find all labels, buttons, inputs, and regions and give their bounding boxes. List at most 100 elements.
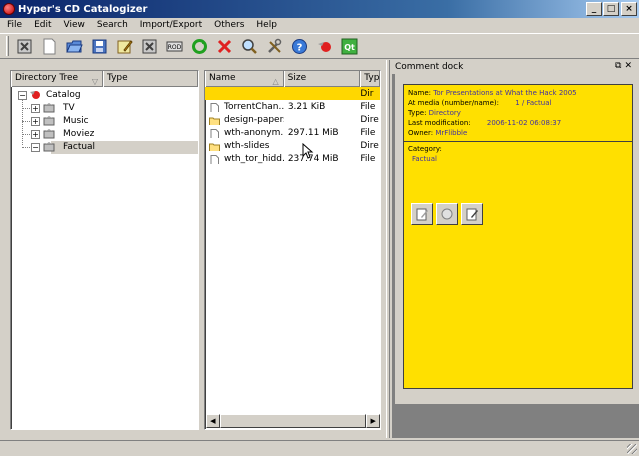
collapse-icon[interactable]: − (18, 91, 27, 100)
comment-area: Name: Tor Presentations at What the Hack… (395, 74, 639, 404)
window-controls: _ □ × (585, 2, 637, 16)
svg-text:ROD: ROD (168, 44, 182, 51)
open-catalog-button[interactable] (65, 37, 84, 56)
expand-icon[interactable]: + (31, 104, 40, 113)
expand-icon[interactable]: + (31, 117, 40, 126)
file-row-wth-tor-hidd[interactable]: wth_tor_hidd... 237.74 MiB File (205, 152, 380, 165)
open-catalog-icon (66, 40, 83, 52)
tree-item-factual[interactable]: − Factual (11, 141, 198, 154)
menu-import-export[interactable]: Import/Export (133, 20, 207, 30)
svg-text:Qt: Qt (344, 43, 355, 52)
close-catalog-button[interactable] (15, 37, 34, 56)
dock-close-icon[interactable]: ✕ (624, 61, 635, 71)
maximize-button[interactable]: □ (603, 2, 619, 16)
tools-icon (268, 38, 282, 53)
mouse-cursor-icon (302, 143, 314, 159)
directory-tree-pane[interactable]: Directory Tree ▽ Type − Catalog + TV + M… (10, 70, 199, 430)
rescan-icon (192, 38, 207, 54)
file-row-up[interactable]: Dir (205, 87, 380, 100)
dock-splitter[interactable] (386, 60, 390, 438)
add-media-button[interactable]: ROD (165, 37, 184, 56)
sort-arrow-icon: ▽ (91, 77, 98, 86)
tools-button[interactable] (265, 37, 284, 56)
search-button[interactable] (240, 37, 259, 56)
file-icon (210, 154, 219, 164)
minimize-button[interactable]: _ (586, 2, 602, 16)
svg-text:?: ? (297, 42, 303, 53)
close-button-tb[interactable] (140, 37, 159, 56)
modified-line: Last modification: 2006-11-02 06:08:37 (404, 118, 632, 128)
edit-category-button[interactable] (461, 203, 483, 225)
collapse-icon[interactable]: − (31, 143, 40, 152)
title-bar[interactable]: Hyper's CD Catalogizer _ □ × (0, 0, 639, 18)
header-type[interactable]: Type (103, 71, 198, 87)
help-button[interactable]: ? (290, 37, 309, 56)
media-disc-icon (43, 116, 55, 126)
file-list-header: Name △ Size Typ (205, 71, 380, 87)
resize-grip-icon[interactable] (627, 444, 637, 454)
close-icon (142, 39, 157, 53)
label: Last modification: (408, 119, 471, 127)
comment-buttons (411, 203, 483, 225)
save-catalog-button[interactable] (90, 37, 109, 56)
tree-item-music[interactable]: + Music (11, 115, 198, 128)
tree-item-catalog[interactable]: − Catalog (11, 89, 198, 102)
header-name[interactable]: Name △ (205, 71, 284, 87)
menu-help[interactable]: Help (249, 20, 282, 30)
label: Type: (408, 109, 427, 117)
app-icon (3, 3, 15, 15)
menu-others[interactable]: Others (207, 20, 249, 30)
menu-view[interactable]: View (57, 20, 90, 30)
dock-title-bar[interactable]: Comment dock ⧉✕ (392, 60, 639, 74)
file-icon (210, 128, 219, 138)
scroll-left-icon[interactable]: ◀ (206, 414, 220, 428)
close-button[interactable]: × (621, 2, 637, 16)
toolbar-grip[interactable] (6, 36, 9, 56)
file-type-cell: Dir (360, 88, 374, 99)
save-catalog-icon (92, 39, 107, 53)
save-as-button[interactable] (115, 37, 134, 56)
expand-icon[interactable]: + (31, 130, 40, 139)
horizontal-scrollbar[interactable]: ◀ ▶ (206, 414, 380, 428)
menu-search[interactable]: Search (90, 20, 133, 30)
value: 2006-11-02 06:08:37 (486, 119, 562, 127)
file-list-pane[interactable]: Name △ Size Typ Dir TorrentChan... 3.21 … (204, 70, 381, 430)
about-qt-button[interactable]: Qt (340, 37, 359, 56)
new-catalog-button[interactable] (40, 37, 59, 56)
header-type[interactable]: Typ (360, 71, 380, 87)
about-qt-icon: Qt (341, 38, 358, 54)
file-row-torrentchan[interactable]: TorrentChan... 3.21 KiB File (205, 100, 380, 113)
file-name-cell: wth-slides (205, 141, 284, 151)
scroll-right-icon[interactable]: ▶ (366, 414, 380, 428)
rescan-button[interactable] (190, 37, 209, 56)
file-type-cell: Dire (360, 140, 379, 151)
menu-bar: File Edit View Search Import/Export Othe… (0, 18, 639, 32)
file-name-cell: TorrentChan... (205, 102, 284, 112)
name-line: Name: Tor Presentations at What the Hack… (404, 88, 632, 98)
edit-comment-button[interactable] (411, 203, 433, 225)
scrollbar-thumb[interactable] (219, 414, 367, 428)
header-directory-tree[interactable]: Directory Tree ▽ (11, 71, 103, 87)
tree-item-tv[interactable]: + TV (11, 102, 198, 115)
help-icon: ? (292, 38, 307, 54)
category-label: Category: (408, 145, 442, 153)
clear-comment-button[interactable] (436, 203, 458, 225)
file-row-wth-slides[interactable]: wth-slides Dire (205, 139, 380, 152)
type-line: Type: Directory (404, 108, 632, 118)
tree-item-moviez[interactable]: + Moviez (11, 128, 198, 141)
tree-body: − Catalog + TV + Music + Moviez − Factua… (11, 87, 198, 167)
window-title: Hyper's CD Catalogizer (18, 3, 148, 15)
delete-icon (217, 39, 232, 53)
status-bar (0, 440, 639, 456)
file-size-cell: 297.11 MiB (287, 127, 339, 138)
delete-button[interactable] (215, 37, 234, 56)
menu-file[interactable]: File (0, 20, 27, 30)
file-row-design-papers[interactable]: design-papers Dire (205, 113, 380, 126)
about-button[interactable] (315, 37, 334, 56)
menu-edit[interactable]: Edit (27, 20, 56, 30)
header-size[interactable]: Size (283, 71, 361, 87)
file-row-wth-anonym[interactable]: wth-anonym... 297.11 MiB File (205, 126, 380, 139)
search-icon (242, 38, 257, 54)
file-name-cell: wth-anonym... (205, 128, 284, 138)
value: Tor Presentations at What the Hack 2005 (433, 89, 577, 97)
